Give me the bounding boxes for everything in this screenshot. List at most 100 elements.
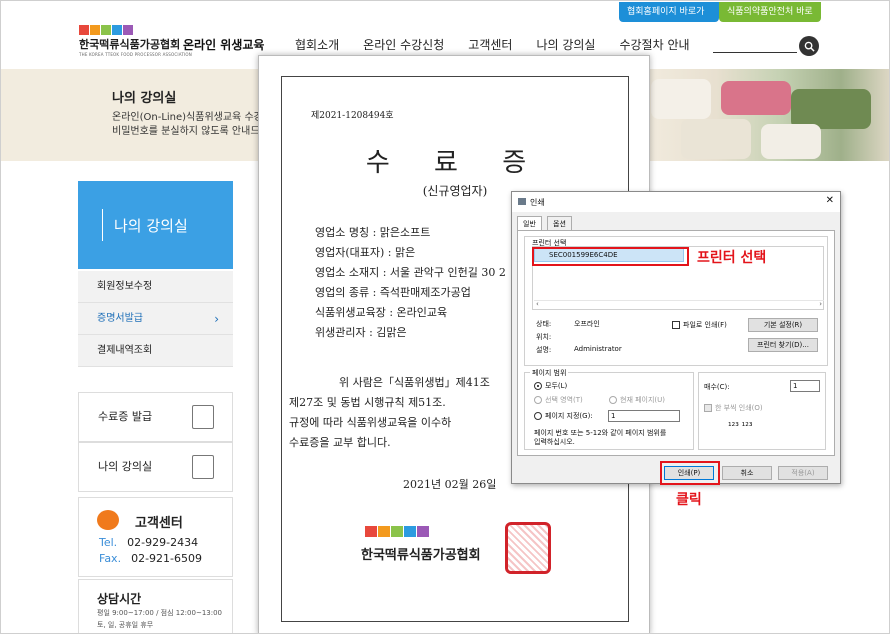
pages-hint-2: 입력하십시오.	[534, 438, 575, 446]
callout-click: 클릭	[676, 492, 702, 508]
callout-select-printer: 프린터 선택	[697, 250, 767, 266]
tel-number: 02-929-2434	[127, 536, 199, 549]
comment-label: 설명:	[536, 346, 552, 354]
banner-description: 온라인(On-Line)식품위생교육 수강 비밀번호를 분실하지 않도록 안내드	[112, 111, 262, 139]
cert-owner: 영업자(대표자) : 맑은	[315, 246, 416, 259]
pages-input[interactable]: 1	[608, 410, 680, 422]
site-logo[interactable]: 한국떡류식품가공협회 THE KOREA TTEOK FOOD PROCESSO…	[79, 25, 264, 57]
printer-icon	[518, 198, 526, 205]
collate-checkbox[interactable]	[704, 404, 712, 412]
consult-title: 상담시간	[97, 592, 142, 606]
nav-item-my-classroom[interactable]: 나의 강의실	[536, 36, 595, 53]
quick-classroom-label: 나의 강의실	[98, 460, 153, 473]
cert-para-2: 제27조 및 동법 시행규칙 제51조.	[289, 396, 446, 409]
logo-subtitle: THE KOREA TTEOK FOOD PROCESSOR ASSOCIATI…	[79, 52, 192, 57]
cert-business-type: 영업의 종류 : 즉석판매제조가공업	[315, 286, 471, 299]
sidebar-heading-title: 나의 강의실	[114, 217, 188, 235]
close-icon[interactable]: ✕	[826, 195, 834, 206]
search-icon	[804, 41, 815, 52]
banner-rice-cake-image	[641, 69, 889, 161]
sidebar-item-payments[interactable]: 결제내역조회	[78, 335, 233, 367]
print-dialog: 인쇄 ✕ 일반 옵션 프린터 선택 SEC001599E6C4DE ‹ › 상태…	[511, 191, 841, 484]
search-input[interactable]	[713, 52, 797, 53]
print-button-highlight-box	[660, 461, 720, 485]
print-to-file-label: 파일로 인쇄(F)	[683, 321, 727, 329]
sidebar-heading: 나의 강의실	[78, 181, 233, 269]
range-pages-label: 페이지 지정(G):	[545, 412, 593, 420]
find-printer-button[interactable]: 프린터 찾기(D)...	[748, 338, 818, 352]
consult-weekday: 평일 9:00~17:00 / 점심 12:00~13:00	[97, 609, 222, 617]
logo-mark	[79, 25, 192, 35]
sidebar-heading-bar	[102, 209, 103, 241]
preferences-button[interactable]: 기본 설정(R)	[748, 318, 818, 332]
certificate-organization: 한국떡류식품가공협회	[361, 548, 481, 563]
printer-highlight-box	[532, 247, 689, 266]
page-range-label: 페이지 범위	[530, 368, 569, 378]
cert-business-name: 영업소 명칭 : 맑은소프트	[315, 226, 431, 239]
nav-item-about[interactable]: 협회소개	[295, 36, 339, 53]
cert-para-4: 수료증을 교부 합니다.	[289, 436, 391, 449]
logo-name: 한국떡류식품가공협회	[79, 38, 181, 51]
apply-button[interactable]: 적용(A)	[778, 466, 828, 480]
nav-item-guide[interactable]: 수강절차 안내	[619, 36, 689, 53]
quick-my-classroom[interactable]: 나의 강의실	[78, 442, 233, 492]
sidebar-item-edit-profile[interactable]: 회원정보수정	[78, 271, 233, 303]
tel-label: Tel.	[99, 536, 118, 549]
fax-number: 02-921-6509	[131, 552, 203, 565]
cancel-button[interactable]: 취소	[722, 466, 772, 480]
printer-list-scrollbar[interactable]: ‹ ›	[534, 300, 824, 308]
certificate-date: 2021년 02월 26일	[403, 478, 497, 491]
cert-education-place: 식품위생교육장 : 온라인교육	[315, 306, 448, 319]
cert-para-1: 위 사람은「식품위생법」제41조	[339, 376, 490, 389]
banner-line-2: 비밀번호를 분실하지 않도록 안내드	[112, 126, 260, 137]
org-logo-mark	[365, 526, 429, 537]
chevron-right-icon: ›	[214, 312, 219, 326]
tab-general[interactable]: 일반	[517, 216, 542, 230]
nav-item-support[interactable]: 고객센터	[468, 36, 512, 53]
scroll-right-icon[interactable]: ›	[819, 300, 822, 308]
scroll-left-icon[interactable]: ‹	[536, 300, 539, 308]
logo-tagline: 온라인 위생교육	[183, 38, 265, 52]
banner-title: 나의 강의실	[112, 91, 177, 106]
sidebar-item-certificate-label: 증명서발급	[97, 313, 143, 324]
cert-address: 영업소 소재지 : 서울 관악구 인헌길 30 2	[315, 266, 506, 279]
nav-item-register[interactable]: 온라인 수강신청	[363, 36, 444, 53]
main-nav: 협회소개 온라인 수강신청 고객센터 나의 강의실 수강절차 안내	[295, 36, 714, 53]
fax-label: Fax.	[99, 552, 122, 565]
range-all-label: 모두(L)	[545, 382, 568, 390]
document-icon	[192, 405, 214, 429]
collate-label: 한 부씩 인쇄(O)	[715, 404, 763, 412]
consult-holiday: 토, 일, 공휴일 휴무	[97, 621, 154, 629]
tel-row: Tel. 02-929-2434	[99, 536, 198, 549]
customer-center: 고객센터 Tel. 02-929-2434 Fax. 02-921-6509	[78, 497, 233, 577]
status-label: 상태:	[536, 320, 552, 328]
customer-center-title: 고객센터	[135, 516, 183, 531]
monitor-user-icon	[192, 455, 214, 479]
tab-options[interactable]: 옵션	[547, 216, 572, 230]
range-pages-radio[interactable]	[534, 412, 542, 420]
quick-certificate-label: 수료증 발급	[98, 410, 153, 423]
range-current-label: 현재 페이지(U)	[620, 396, 666, 404]
fax-row: Fax. 02-921-6509	[99, 552, 202, 565]
range-all-radio[interactable]	[534, 382, 542, 390]
quick-certificate-issue[interactable]: 수료증 발급	[78, 392, 233, 442]
status-value: 오프라인	[574, 320, 600, 328]
food-safety-link[interactable]: 식품의약품안전처 바로가기 >	[719, 2, 821, 37]
print-to-file-checkbox[interactable]	[672, 321, 680, 329]
cert-manager: 위생관리자 : 김맑은	[315, 326, 407, 339]
range-selection-radio[interactable]	[534, 396, 542, 404]
association-home-link[interactable]: 협회홈페이지 바로가기 >	[619, 2, 719, 37]
copies-input[interactable]: 1	[790, 380, 820, 392]
banner-line-1: 온라인(On-Line)식품위생교육 수강	[112, 112, 262, 123]
comment-value: Administrator	[574, 345, 622, 353]
range-current-radio[interactable]	[609, 396, 617, 404]
location-label: 위치:	[536, 333, 552, 341]
cert-para-3: 규정에 따라 식품위생교육을 이수하	[289, 416, 452, 429]
search-button[interactable]	[799, 36, 819, 56]
sidebar-item-certificate[interactable]: 증명서발급 ›	[78, 303, 233, 335]
consult-hours: 상담시간 평일 9:00~17:00 / 점심 12:00~13:00 토, 일…	[78, 579, 233, 633]
copies-label: 매수(C):	[704, 383, 730, 391]
range-selection-label: 선택 영역(T)	[545, 396, 583, 404]
collate-illustration: ¹²³ ¹²³	[728, 422, 753, 432]
print-dialog-titlebar: 인쇄 ✕	[512, 192, 840, 212]
